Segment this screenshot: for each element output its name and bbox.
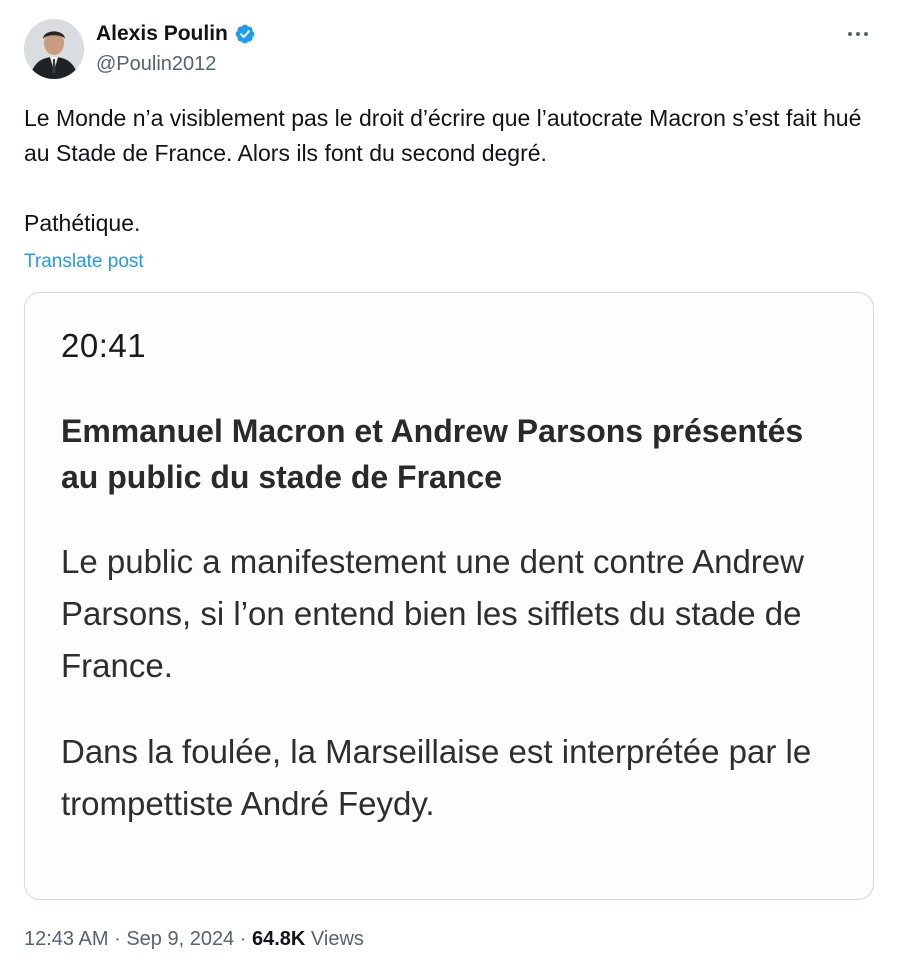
author-name[interactable]: Alexis Poulin	[96, 21, 228, 47]
meta-separator: ·	[239, 928, 247, 950]
tweet-meta: 12:43 AM · Sep 9, 2024 · 64.8K Views	[24, 926, 364, 952]
meta-separator: ·	[114, 928, 121, 950]
more-options-icon[interactable]	[843, 22, 873, 46]
dot	[848, 32, 852, 36]
author-handle[interactable]: @Poulin2012	[96, 52, 216, 76]
views-label: Views	[310, 928, 364, 950]
author-name-row: Alexis Poulin	[96, 21, 256, 47]
tweet-time[interactable]: 12:43 AM	[24, 928, 109, 950]
card-paragraph: Le public a manifestement une dent contr…	[61, 543, 804, 684]
tweet-paragraph: Pathétique.	[24, 210, 141, 236]
card-time: 20:41	[61, 327, 147, 364]
media-image[interactable]: 20:41 Emmanuel Macron et Andrew Parsons …	[24, 292, 874, 900]
tweet-text: Le Monde n’a visiblement pas le droit d’…	[24, 101, 864, 241]
avatar-photo	[24, 19, 84, 79]
translate-post-link[interactable]: Translate post	[24, 250, 144, 274]
verified-badge-icon	[235, 24, 255, 44]
dot	[864, 32, 868, 36]
tweet-paragraph: Le Monde n’a visiblement pas le droit d’…	[24, 105, 862, 166]
dot	[856, 32, 860, 36]
card-paragraph: Dans la foulée, la Marseillaise est inte…	[61, 733, 812, 822]
avatar[interactable]	[24, 19, 84, 79]
card-headline: Emmanuel Macron et Andrew Parsons présen…	[61, 413, 804, 495]
views-count[interactable]: 64.8K	[252, 928, 305, 950]
tweet-date[interactable]: Sep 9, 2024	[126, 928, 234, 950]
